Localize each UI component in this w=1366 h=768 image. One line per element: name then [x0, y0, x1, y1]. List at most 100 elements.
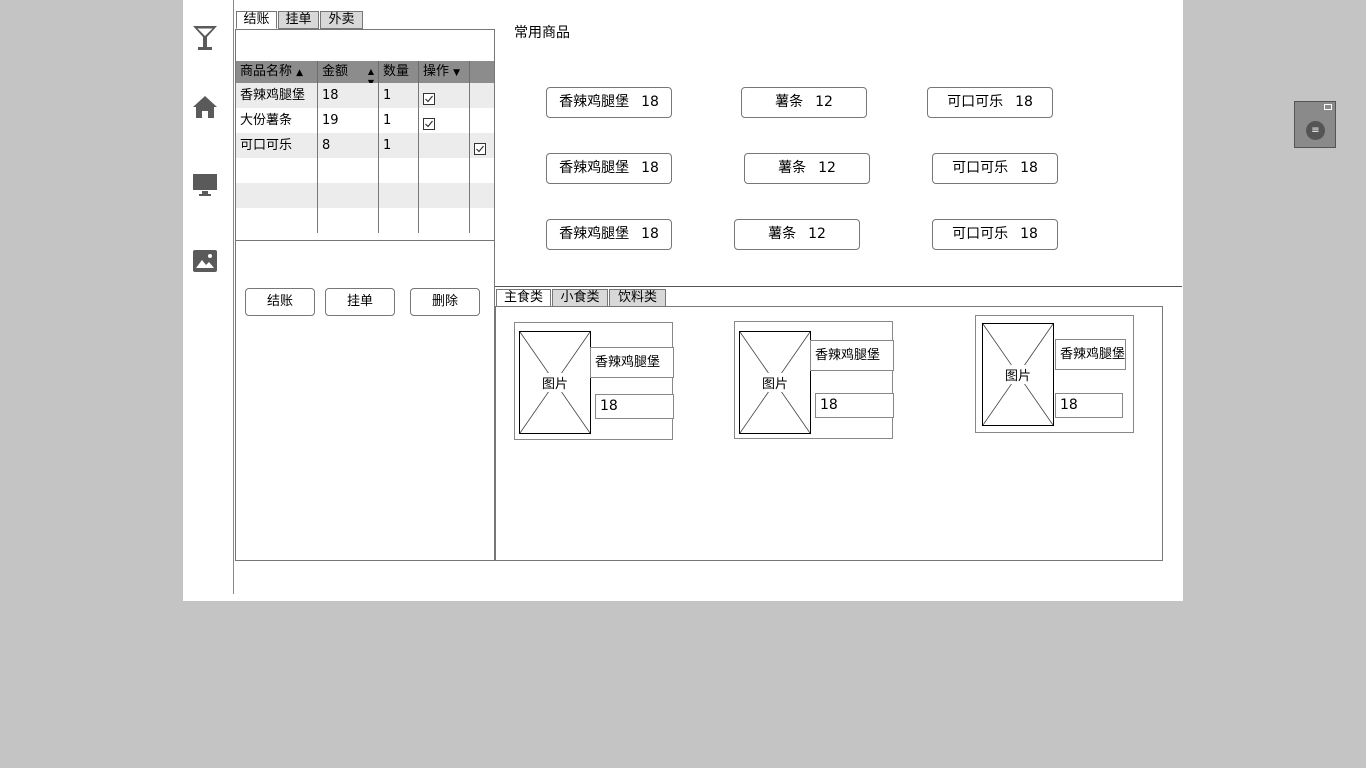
menu-card[interactable]: 图片 香辣鸡腿堡 18 [975, 315, 1134, 433]
maximize-icon[interactable] [1324, 104, 1332, 110]
product-price: 12 [818, 160, 836, 176]
image-placeholder: 图片 [982, 323, 1054, 426]
grid-header: 商品名称 ▲ 金额 ▲ ▼ 数量 操作 ▼ [236, 61, 494, 83]
cell-amount: 8 [318, 133, 379, 158]
menu-item-name: 香辣鸡腿堡 [590, 347, 674, 378]
cell-op [419, 83, 470, 108]
menu-item-name: 香辣鸡腿堡 [1055, 339, 1126, 370]
cell-name: 香辣鸡腿堡 [236, 83, 318, 108]
image-placeholder: 图片 [739, 331, 811, 434]
product-button[interactable]: 可口可乐 18 [932, 153, 1058, 184]
empty-cell [470, 158, 494, 183]
product-name: 可口可乐 [952, 226, 1009, 242]
empty-cell [236, 208, 318, 233]
empty-cell [470, 208, 494, 233]
product-button[interactable]: 香辣鸡腿堡 18 [546, 153, 672, 184]
tab-main-food[interactable]: 主食类 [496, 289, 551, 307]
image-placeholder: 图片 [519, 331, 591, 434]
checkbox-icon[interactable] [423, 89, 435, 108]
empty-cell [318, 183, 379, 208]
cell-name: 可口可乐 [236, 133, 318, 158]
cocktail-icon[interactable] [190, 22, 220, 54]
sidebar-divider [233, 0, 234, 594]
cell-qty: 1 [379, 108, 419, 133]
menu-card[interactable]: 图片 香辣鸡腿堡 18 [514, 322, 674, 440]
table-row[interactable]: 大份薯条 19 1 [236, 108, 494, 133]
empty-cell [379, 183, 419, 208]
cell-amount: 19 [318, 108, 379, 133]
empty-cell [419, 208, 470, 233]
tab-takeout[interactable]: 外卖 [320, 11, 363, 29]
product-button[interactable]: 薯条 12 [734, 219, 860, 250]
product-name: 薯条 [775, 94, 804, 110]
col-amount-header[interactable]: 金额 ▲ ▼ [318, 61, 379, 83]
checkout-button[interactable]: 结账 [245, 288, 315, 316]
cell-op [419, 133, 470, 158]
product-button[interactable]: 可口可乐 18 [927, 87, 1053, 118]
section-divider [495, 286, 1182, 287]
image-icon[interactable] [190, 246, 220, 276]
empty-table-row [236, 158, 494, 183]
cell-name: 大份薯条 [236, 108, 318, 133]
home-icon[interactable] [190, 92, 220, 122]
empty-cell [236, 183, 318, 208]
product-price: 18 [1020, 160, 1038, 176]
product-name: 可口可乐 [952, 160, 1009, 176]
empty-cell [470, 183, 494, 208]
product-price: 12 [808, 226, 826, 242]
menu-item-price[interactable]: 18 [1055, 393, 1123, 418]
cell-extra [470, 133, 494, 158]
table-row[interactable]: 香辣鸡腿堡 18 1 [236, 83, 494, 108]
image-label: 图片 [760, 373, 789, 392]
col-name-header[interactable]: 商品名称 ▲ [236, 61, 318, 83]
checkbox-icon[interactable] [474, 139, 486, 158]
col-qty-header[interactable]: 数量 [379, 61, 419, 83]
product-button[interactable]: 香辣鸡腿堡 18 [546, 87, 672, 118]
cell-qty: 1 [379, 83, 419, 108]
menu-card[interactable]: 图片 香辣鸡腿堡 18 [734, 321, 894, 439]
product-price: 18 [641, 94, 659, 110]
product-button[interactable]: 薯条 12 [744, 153, 870, 184]
cell-extra [470, 108, 494, 133]
col-op-header[interactable]: 操作 ▼ [419, 61, 470, 83]
product-button[interactable]: 薯条 12 [741, 87, 867, 118]
empty-table-row [236, 183, 494, 208]
menu-item-name: 香辣鸡腿堡 [810, 340, 894, 371]
image-label: 图片 [540, 373, 569, 392]
menu-item-price[interactable]: 18 [815, 393, 894, 418]
hold-button[interactable]: 挂单 [325, 288, 395, 316]
tab-checkout[interactable]: 结账 [236, 11, 277, 29]
product-name: 香辣鸡腿堡 [559, 226, 630, 242]
empty-cell [379, 158, 419, 183]
product-price: 18 [641, 160, 659, 176]
product-button[interactable]: 可口可乐 18 [932, 219, 1058, 250]
floating-widget[interactable]: ≡ [1294, 101, 1336, 148]
product-price: 18 [641, 226, 659, 242]
empty-table-row [236, 208, 494, 233]
delete-button[interactable]: 删除 [410, 288, 480, 316]
product-price: 18 [1015, 94, 1033, 110]
tab-drinks[interactable]: 饮料类 [609, 289, 666, 307]
cell-extra [470, 83, 494, 108]
menu-item-price[interactable]: 18 [595, 394, 674, 419]
col-extra-header [470, 61, 494, 83]
checkbox-icon[interactable] [423, 114, 435, 133]
empty-cell [236, 158, 318, 183]
table-row[interactable]: 可口可乐 8 1 [236, 133, 494, 158]
product-name: 可口可乐 [947, 94, 1004, 110]
tab-snacks[interactable]: 小食类 [552, 289, 608, 307]
product-button[interactable]: 香辣鸡腿堡 18 [546, 219, 672, 250]
tab-hold[interactable]: 挂单 [278, 11, 319, 29]
product-name: 香辣鸡腿堡 [559, 94, 630, 110]
product-price: 18 [1020, 226, 1038, 242]
product-price: 12 [815, 94, 833, 110]
menu-icon[interactable]: ≡ [1306, 121, 1325, 140]
common-products-title: 常用商品 [514, 25, 570, 41]
image-label: 图片 [1003, 365, 1032, 384]
product-name: 香辣鸡腿堡 [559, 160, 630, 176]
monitor-icon[interactable] [190, 170, 220, 200]
empty-cell [318, 158, 379, 183]
empty-cell [318, 208, 379, 233]
empty-cell [419, 158, 470, 183]
empty-cell [379, 208, 419, 233]
